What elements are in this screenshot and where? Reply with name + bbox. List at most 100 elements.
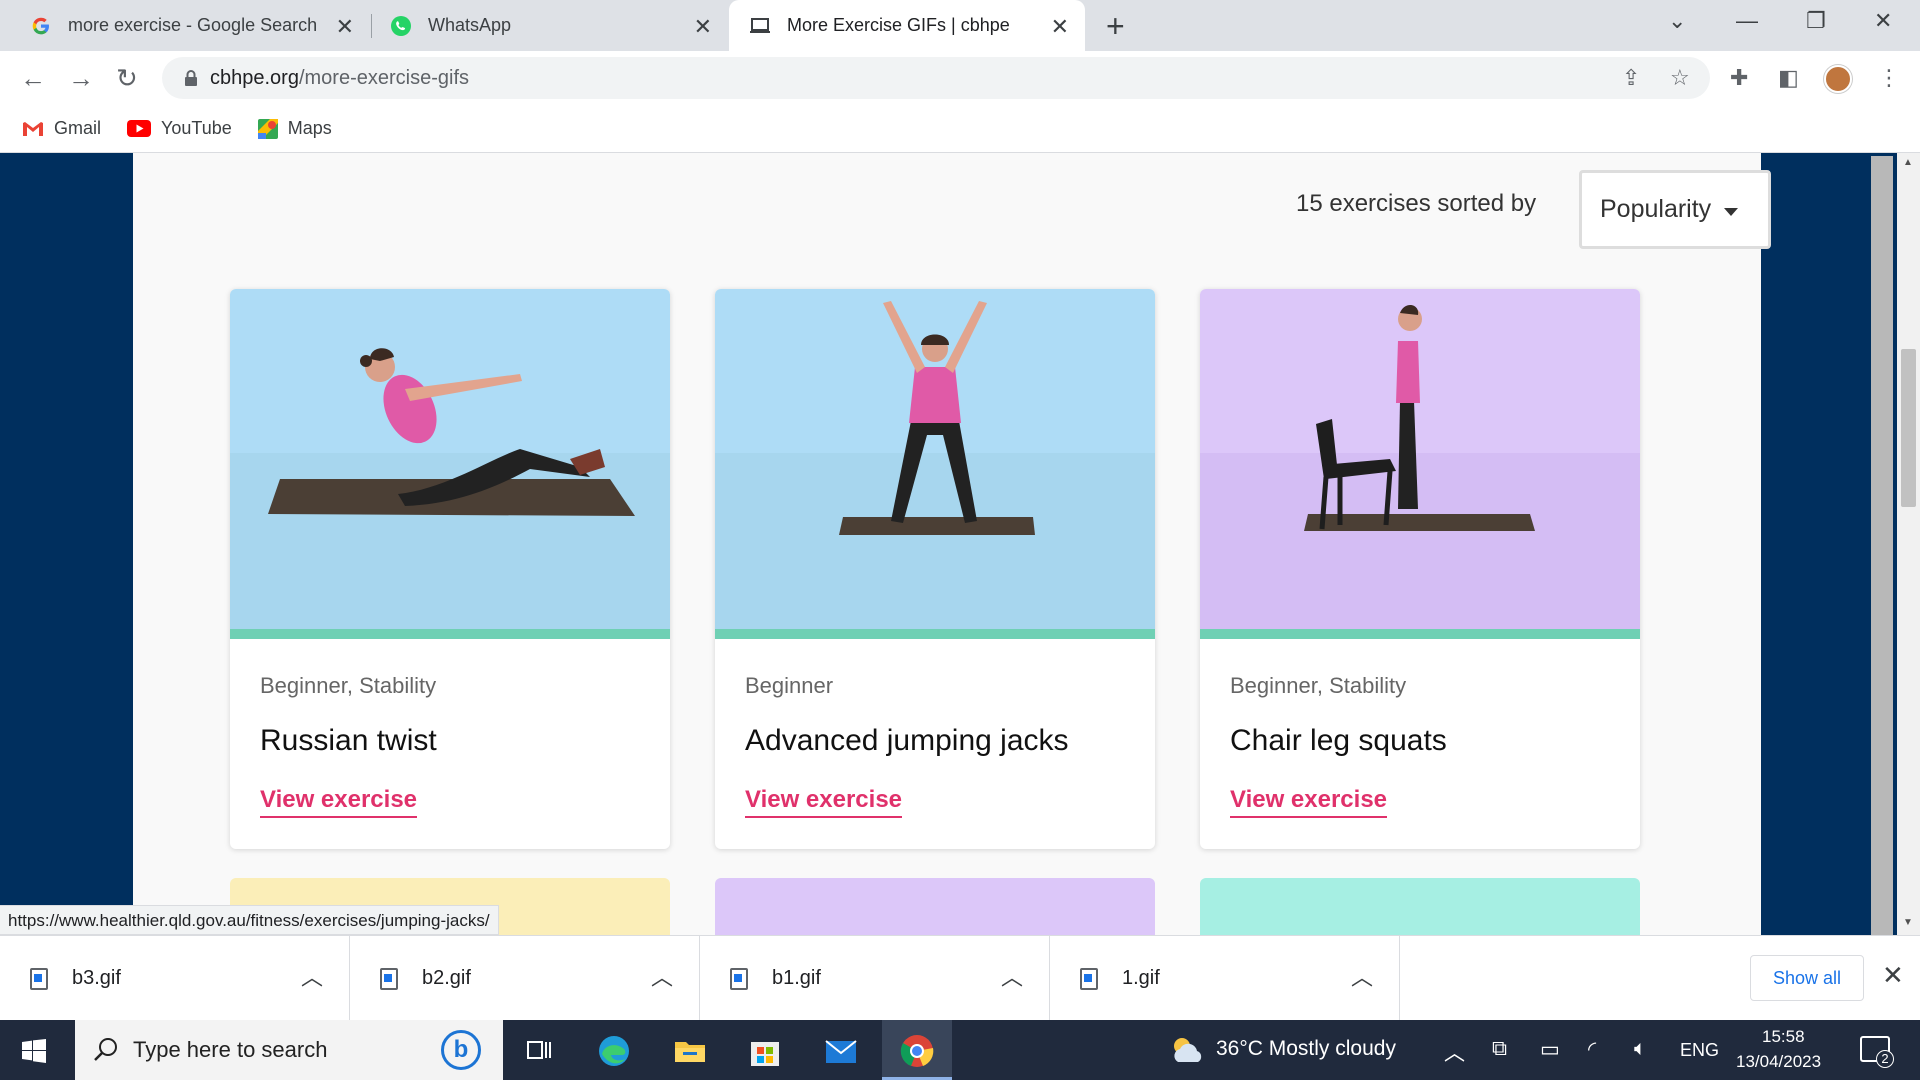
windows-start-icon[interactable]: [22, 1039, 46, 1068]
download-filename: b1.gif: [772, 967, 821, 989]
download-filename: b2.gif: [422, 967, 471, 989]
close-downloads-icon[interactable]: ✕: [1882, 960, 1904, 991]
chevron-down-icon: [1724, 208, 1738, 216]
chrome-icon[interactable]: [900, 1034, 934, 1068]
bookmark-youtube[interactable]: YouTube: [127, 118, 232, 139]
exercise-card-chair-leg-squats[interactable]: Beginner, Stability Chair leg squats Vie…: [1200, 289, 1640, 849]
file-explorer-icon[interactable]: [673, 1034, 707, 1068]
view-exercise-link[interactable]: View exercise: [1230, 786, 1388, 818]
page-scrollbar[interactable]: ▲ ▼: [1897, 153, 1920, 935]
microsoft-store-icon[interactable]: [748, 1034, 782, 1068]
bookmark-star-icon[interactable]: ☆: [1670, 65, 1690, 91]
exercise-card-advanced-jumping-jacks[interactable]: Beginner Advanced jumping jacks View exe…: [715, 289, 1155, 849]
close-tab-icon[interactable]: ✕: [694, 14, 712, 40]
bing-icon[interactable]: b: [441, 1030, 481, 1070]
clock-time[interactable]: 15:58: [1762, 1027, 1805, 1047]
tab-title: more exercise - Google Search: [68, 15, 318, 35]
taskbar-search-box[interactable]: Type here to search b: [75, 1020, 503, 1080]
jumping-jacks-illustration: [839, 301, 1035, 535]
forward-button[interactable]: →: [68, 63, 94, 94]
minimize-button[interactable]: —: [1736, 8, 1758, 34]
tab-search-icon[interactable]: ⌄: [1668, 8, 1686, 34]
whatsapp-icon: [390, 15, 412, 37]
mail-icon[interactable]: [824, 1034, 858, 1068]
maps-icon: [257, 118, 278, 139]
bookmark-label: Maps: [287, 118, 332, 138]
russian-twist-illustration: [268, 348, 635, 516]
show-hidden-icons-icon[interactable]: ︿: [1444, 1037, 1465, 1067]
chair-leg-squats-illustration: [1304, 304, 1535, 531]
file-icon: [1080, 967, 1098, 990]
sort-value: Popularity: [1600, 195, 1712, 223]
language-indicator[interactable]: ENG: [1680, 1040, 1719, 1061]
download-item[interactable]: b1.gif ︿: [700, 936, 1050, 1021]
exercise-title: Chair leg squats: [1230, 724, 1447, 757]
view-exercise-link[interactable]: View exercise: [260, 786, 418, 818]
exercise-image: [230, 289, 670, 629]
bookmark-label: YouTube: [161, 118, 232, 138]
download-filename: 1.gif: [1122, 967, 1160, 989]
inner-scrollbar[interactable]: [1871, 156, 1893, 935]
task-view-icon[interactable]: [522, 1034, 556, 1068]
exercise-card-russian-twist[interactable]: Beginner, Stability Russian twist View e…: [230, 289, 670, 849]
tab-google-search[interactable]: more exercise - Google Search ✕: [0, 0, 370, 51]
sort-dropdown[interactable]: Popularity: [1579, 170, 1771, 249]
youtube-icon: [127, 120, 152, 137]
url-path: /more-exercise-gifs: [298, 66, 470, 89]
file-icon: [380, 967, 398, 990]
side-panel-icon[interactable]: ◧: [1778, 65, 1799, 91]
close-tab-icon[interactable]: ✕: [336, 14, 354, 40]
exercise-listing: 15 exercises sorted by Popularity Beginn…: [133, 153, 1893, 935]
windows-taskbar: Type here to search b 36°C Mostly cloudy…: [0, 1020, 1920, 1080]
scrollbar-thumb[interactable]: [1901, 349, 1916, 507]
card-accent-bar: [230, 629, 670, 639]
restore-button[interactable]: ❐: [1806, 8, 1826, 34]
chevron-up-icon[interactable]: ︿: [1001, 960, 1023, 992]
browser-toolbar: ← → ↻ cbhpe.org/more-exercise-gifs ⇪ ☆ ✚…: [0, 51, 1920, 105]
scroll-down-icon[interactable]: ▼: [1903, 917, 1913, 928]
chevron-up-icon[interactable]: ︿: [301, 960, 323, 992]
extensions-icon[interactable]: ✚: [1730, 65, 1748, 91]
bookmark-gmail[interactable]: Gmail: [22, 118, 101, 139]
lock-icon: [184, 69, 198, 87]
wifi-icon[interactable]: ◜: [1588, 1037, 1596, 1062]
file-icon: [30, 967, 48, 990]
show-all-button[interactable]: Show all: [1750, 955, 1864, 1001]
battery-icon[interactable]: ▭: [1540, 1037, 1560, 1062]
view-exercise-link[interactable]: View exercise: [745, 786, 903, 818]
meet-now-icon[interactable]: ⧉: [1492, 1037, 1507, 1061]
download-item[interactable]: 1.gif ︿: [1050, 936, 1400, 1021]
exercise-card-partial[interactable]: [715, 878, 1155, 935]
exercise-image: [715, 289, 1155, 629]
close-tab-icon[interactable]: ✕: [1051, 14, 1069, 40]
download-item[interactable]: b2.gif ︿: [350, 936, 700, 1021]
exercise-tags: Beginner, Stability: [1230, 673, 1407, 698]
downloads-bar: b3.gif ︿ b2.gif ︿ b1.gif ︿ 1.gif ︿ Show …: [0, 935, 1920, 1021]
edge-icon[interactable]: [597, 1034, 631, 1068]
menu-icon[interactable]: ⋮: [1878, 65, 1900, 91]
back-button[interactable]: ←: [20, 63, 46, 94]
tab-whatsapp[interactable]: WhatsApp ✕: [372, 0, 728, 51]
download-item[interactable]: b3.gif ︿: [0, 936, 350, 1021]
weather-text[interactable]: 36°C Mostly cloudy: [1216, 1037, 1396, 1061]
tab-more-exercise-gifs[interactable]: More Exercise GIFs | cbhpe ✕: [729, 0, 1085, 51]
exercise-card-partial[interactable]: [1200, 878, 1640, 935]
weather-icon[interactable]: [1168, 1034, 1206, 1069]
exercise-tags: Beginner, Stability: [260, 673, 437, 698]
chevron-up-icon[interactable]: ︿: [1351, 960, 1373, 992]
scroll-up-icon[interactable]: ▲: [1903, 157, 1913, 168]
volume-icon[interactable]: 🔈︎: [1634, 1037, 1647, 1061]
reload-button[interactable]: ↻: [116, 63, 138, 94]
new-tab-button[interactable]: +: [1106, 8, 1125, 45]
close-window-button[interactable]: ✕: [1874, 8, 1892, 34]
chevron-up-icon[interactable]: ︿: [651, 960, 673, 992]
clock-date[interactable]: 13/04/2023: [1736, 1052, 1821, 1072]
bookmark-maps[interactable]: Maps: [257, 118, 332, 139]
tab-title: More Exercise GIFs | cbhpe: [787, 15, 1010, 35]
address-bar[interactable]: cbhpe.org/more-exercise-gifs ⇪ ☆: [162, 57, 1710, 99]
share-icon[interactable]: ⇪: [1622, 65, 1640, 91]
notification-count: 2: [1876, 1050, 1894, 1068]
profile-avatar[interactable]: [1824, 65, 1852, 93]
tab-strip: more exercise - Google Search ✕ WhatsApp…: [0, 0, 1920, 51]
laptop-icon: [749, 15, 771, 37]
